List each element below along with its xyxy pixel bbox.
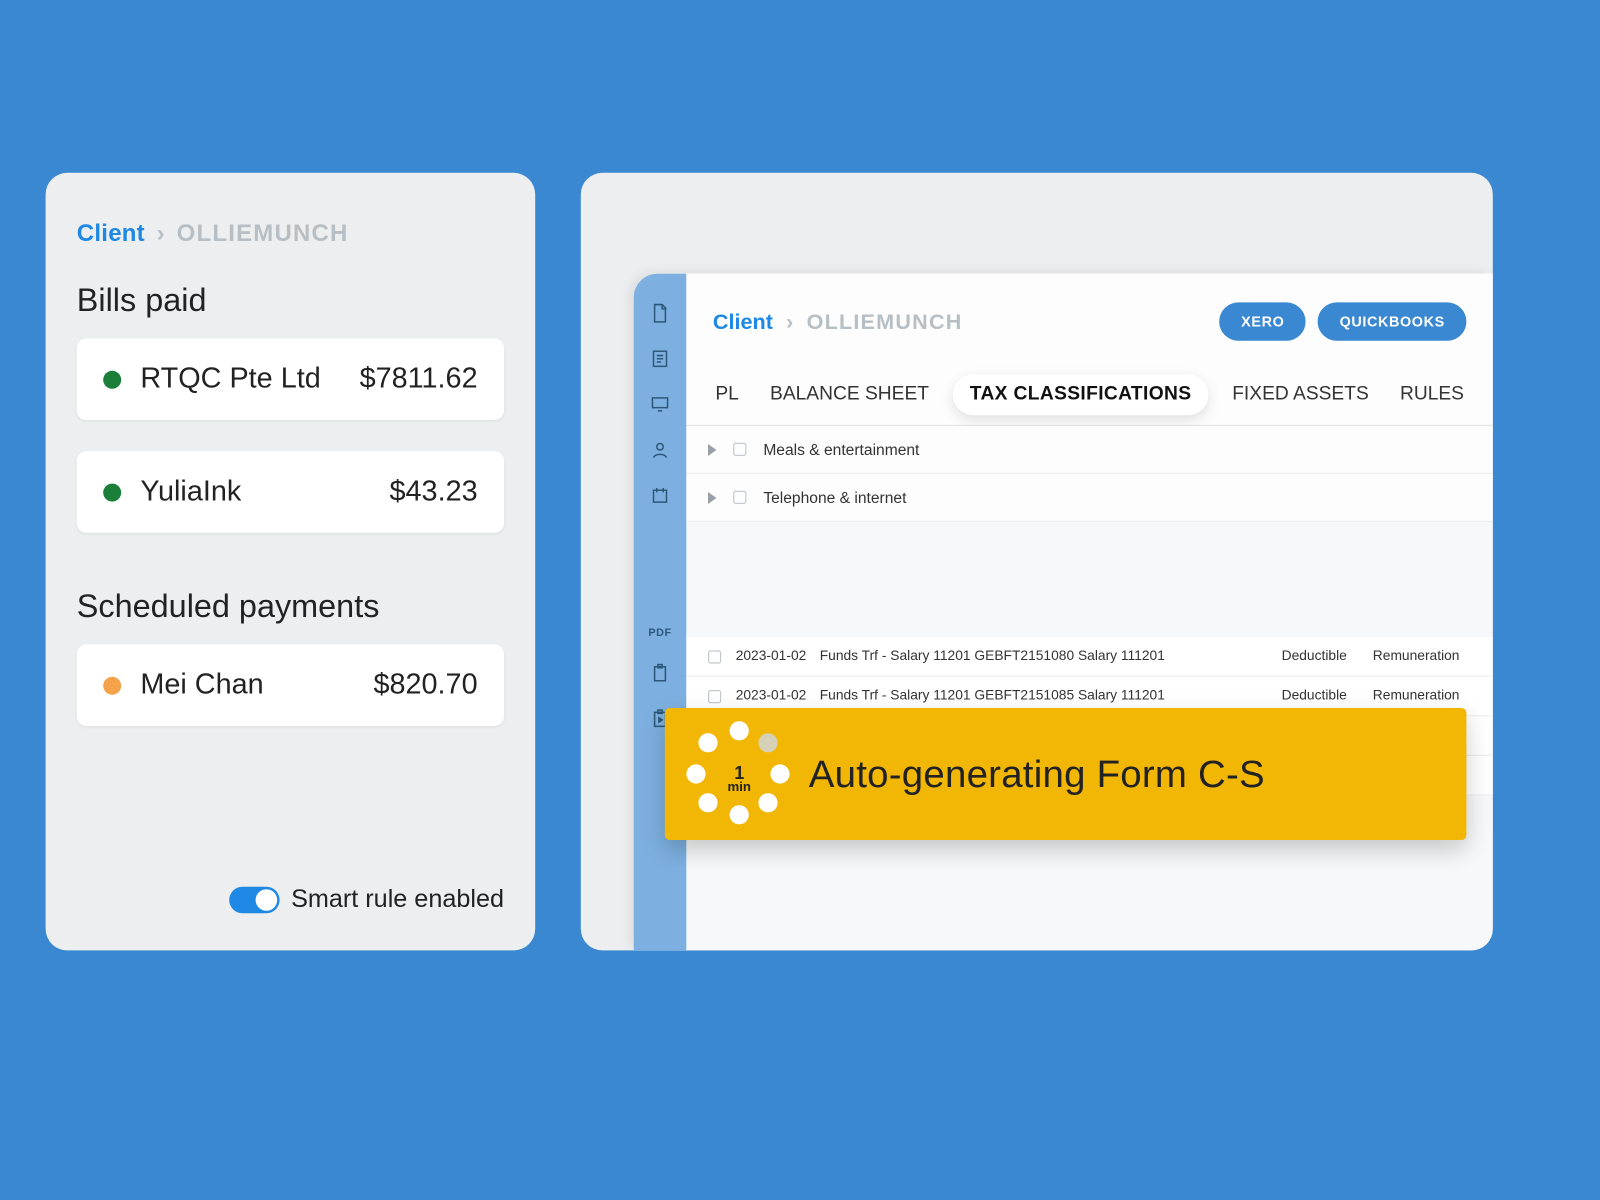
status-dot-icon — [103, 483, 121, 501]
app-frame: PDF Client › OLLIEMUNCH XERO QUICKBOOKS … — [634, 274, 1493, 951]
breadcrumb-client-name: OLLIEMUNCH — [177, 221, 349, 247]
quickbooks-button[interactable]: QUICKBOOKS — [1318, 302, 1466, 340]
tabs: PL BALANCE SHEET TAX CLASSIFICATIONS FIX… — [687, 348, 1493, 426]
tab-pl[interactable]: PL — [708, 377, 746, 413]
checkbox[interactable] — [708, 650, 721, 663]
txn-desc: Funds Trf - Salary 11201 GEBFT2151085 Sa… — [820, 689, 1282, 703]
txn-deductible: Deductible — [1282, 689, 1373, 703]
notes-icon[interactable] — [649, 348, 671, 370]
category-row[interactable]: Meals & entertainment — [687, 426, 1493, 474]
spinner-label: 1 min — [682, 764, 797, 794]
bill-name: YuliaInk — [140, 475, 241, 509]
tab-tax-classifications[interactable]: TAX CLASSIFICATIONS — [953, 374, 1208, 415]
breadcrumb-client-name: OLLIEMUNCH — [807, 309, 963, 333]
table-row[interactable]: 2023-01-02 Funds Trf - Salary 11201 GEBF… — [687, 637, 1493, 677]
bill-row[interactable]: YuliaInk $43.23 — [77, 451, 504, 533]
spinner-icon: 1 min — [682, 716, 797, 831]
tab-rules[interactable]: RULES — [1393, 377, 1471, 413]
scheduled-amount: $820.70 — [373, 668, 477, 702]
category-list: Meals & entertainment Telephone & intern… — [687, 426, 1493, 522]
breadcrumb-client[interactable]: Client — [77, 221, 145, 247]
bill-row[interactable]: RTQC Pte Ltd $7811.62 — [77, 338, 504, 420]
breadcrumb: Client › OLLIEMUNCH — [713, 309, 963, 334]
scheduled-row[interactable]: Mei Chan $820.70 — [77, 644, 504, 726]
expand-icon[interactable] — [708, 491, 716, 503]
bill-name: RTQC Pte Ltd — [140, 362, 320, 396]
monitor-icon[interactable] — [649, 394, 671, 416]
checkbox[interactable] — [733, 443, 746, 456]
smart-rule-toggle[interactable] — [229, 887, 279, 913]
clipboard-icon[interactable] — [649, 662, 671, 684]
xero-button[interactable]: XERO — [1220, 302, 1306, 340]
chevron-right-icon: › — [157, 221, 165, 247]
category-row[interactable]: Telephone & internet — [687, 474, 1493, 522]
main-content: Client › OLLIEMUNCH XERO QUICKBOOKS PL B… — [687, 274, 1493, 951]
chevron-right-icon: › — [786, 309, 793, 333]
txn-remuneration: Remuneration — [1373, 649, 1476, 663]
scheduled-name: Mei Chan — [140, 668, 263, 702]
checkbox[interactable] — [733, 491, 746, 504]
breadcrumb-client[interactable]: Client — [713, 309, 773, 333]
status-dot-icon — [103, 676, 121, 694]
bill-amount: $43.23 — [390, 475, 478, 509]
bills-paid-heading: Bills paid — [77, 282, 504, 319]
txn-deductible: Deductible — [1282, 649, 1373, 663]
txn-desc: Funds Trf - Salary 11201 GEBFT2151080 Sa… — [820, 649, 1282, 663]
calendar-icon[interactable] — [649, 485, 671, 507]
tab-fixed-assets[interactable]: FIXED ASSETS — [1225, 377, 1376, 413]
expand-icon[interactable] — [708, 443, 716, 455]
smart-rule-toggle-row: Smart rule enabled — [229, 886, 504, 915]
toast-text: Auto-generating Form C-S — [809, 752, 1265, 796]
pdf-icon[interactable]: PDF — [648, 626, 671, 638]
txn-date: 2023-01-02 — [736, 649, 820, 663]
topbar: Client › OLLIEMUNCH XERO QUICKBOOKS — [687, 274, 1493, 348]
txn-remuneration: Remuneration — [1373, 689, 1476, 703]
breadcrumb: Client › OLLIEMUNCH — [77, 221, 504, 249]
txn-date: 2023-01-02 — [736, 689, 820, 703]
progress-toast: 1 min Auto-generating Form C-S — [665, 708, 1467, 840]
user-icon[interactable] — [649, 439, 671, 461]
checkbox[interactable] — [708, 689, 721, 702]
payments-card: Client › OLLIEMUNCH Bills paid RTQC Pte … — [46, 173, 536, 951]
category-name: Telephone & internet — [763, 488, 906, 506]
tab-balance-sheet[interactable]: BALANCE SHEET — [763, 377, 936, 413]
category-name: Meals & entertainment — [763, 440, 919, 458]
document-icon[interactable] — [649, 302, 671, 324]
smart-rule-label: Smart rule enabled — [291, 886, 504, 915]
scheduled-heading: Scheduled payments — [77, 588, 504, 625]
sidebar: PDF — [634, 274, 687, 951]
bill-amount: $7811.62 — [360, 362, 478, 396]
status-dot-icon — [103, 370, 121, 388]
